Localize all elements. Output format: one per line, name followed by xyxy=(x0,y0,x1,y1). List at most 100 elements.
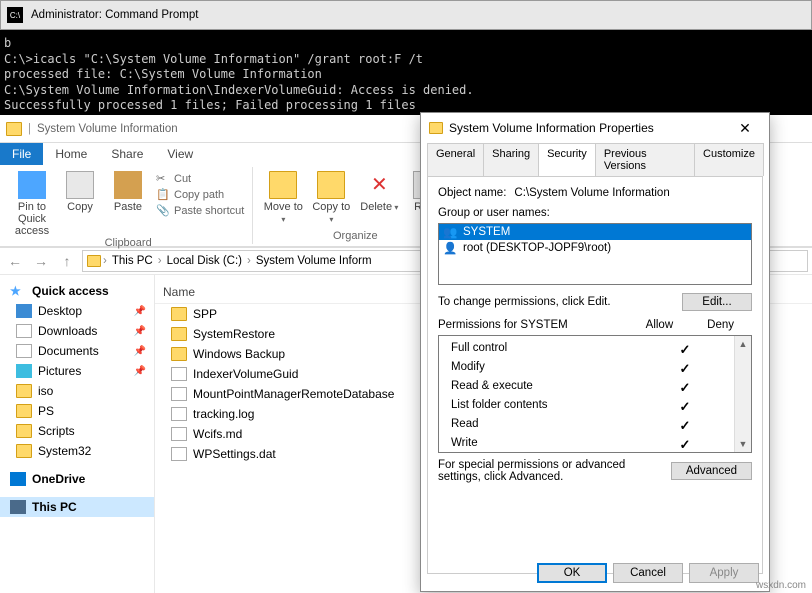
explorer-title-text: System Volume Information xyxy=(37,123,178,135)
permission-row: List folder contents✓ xyxy=(445,397,745,416)
object-name-label: Object name: xyxy=(438,187,506,199)
copy-path-button[interactable]: 📋Copy path xyxy=(154,187,246,203)
groups-label: Group or user names: xyxy=(438,207,752,219)
group-root[interactable]: 👤root (DESKTOP-JOPF9\root) xyxy=(439,240,751,256)
nav-onedrive[interactable]: OneDrive xyxy=(0,469,154,489)
group-system[interactable]: 👥SYSTEM xyxy=(439,224,751,240)
tab-view[interactable]: View xyxy=(155,143,205,165)
cancel-button[interactable]: Cancel xyxy=(613,563,683,583)
tab-customize[interactable]: Customize xyxy=(694,143,764,176)
cmd-output[interactable]: b C:\>icacls "C:\System Volume Informati… xyxy=(0,30,812,124)
change-permissions-text: To change permissions, click Edit. xyxy=(438,296,674,308)
permission-row: Read✓ xyxy=(445,416,745,435)
file-icon xyxy=(171,367,187,381)
file-name: WPSettings.dat xyxy=(193,447,276,461)
nav-ps[interactable]: PS xyxy=(0,401,154,421)
tab-sharing[interactable]: Sharing xyxy=(483,143,539,176)
folder-icon xyxy=(6,122,22,136)
scroll-down-icon[interactable]: ▼ xyxy=(735,436,751,452)
paste-shortcut-button[interactable]: 📎Paste shortcut xyxy=(154,203,246,219)
folder-icon xyxy=(429,122,443,134)
nav-forward-button[interactable]: → xyxy=(30,250,52,272)
users-icon: 👥 xyxy=(443,225,459,239)
nav-up-button[interactable]: ↑ xyxy=(56,250,78,272)
cmd-title-text: Administrator: Command Prompt xyxy=(31,9,198,21)
dialog-tabs: General Sharing Security Previous Versio… xyxy=(421,143,769,176)
check-icon: ✓ xyxy=(665,399,705,415)
nav-desktop[interactable]: Desktop📌 xyxy=(0,301,154,321)
crumb-svi[interactable]: System Volume Inform xyxy=(253,255,375,267)
copy-to-button[interactable]: Copy to ▾ xyxy=(309,171,353,225)
nav-quick-access[interactable]: ★Quick access xyxy=(0,281,154,301)
dialog-titlebar[interactable]: System Volume Information Properties ✕ xyxy=(421,113,769,143)
folder-icon xyxy=(171,307,187,321)
check-icon: ✓ xyxy=(665,437,705,453)
allow-header: Allow xyxy=(646,319,673,331)
check-icon: ✓ xyxy=(665,361,705,377)
folder-icon xyxy=(171,347,187,361)
watermark: wsxdn.com xyxy=(756,580,806,591)
nav-scripts[interactable]: Scripts xyxy=(0,421,154,441)
apply-button[interactable]: Apply xyxy=(689,563,759,583)
file-name: Windows Backup xyxy=(193,347,285,361)
check-icon: ✓ xyxy=(665,342,705,358)
dialog-title-text: System Volume Information Properties xyxy=(449,121,654,135)
crumb-this-pc[interactable]: This PC xyxy=(109,255,156,267)
close-button[interactable]: ✕ xyxy=(729,120,761,137)
permission-row: Write✓ xyxy=(445,435,745,454)
paste-button[interactable]: Paste xyxy=(106,171,150,213)
special-permissions-text: For special permissions or advanced sett… xyxy=(438,459,661,483)
check-icon: ✓ xyxy=(665,418,705,434)
file-icon xyxy=(171,427,187,441)
pin-button[interactable]: Pin to Quick access xyxy=(10,171,54,237)
delete-button[interactable]: ✕Delete ▾ xyxy=(357,171,401,213)
group-user-list[interactable]: 👥SYSTEM 👤root (DESKTOP-JOPF9\root) xyxy=(438,223,752,285)
crumb-local-disk[interactable]: Local Disk (C:) xyxy=(164,255,245,267)
file-icon xyxy=(171,387,187,401)
cmd-titlebar[interactable]: C:\ Administrator: Command Prompt xyxy=(0,0,812,30)
file-name: MountPointManagerRemoteDatabase xyxy=(193,387,394,401)
file-icon xyxy=(171,447,187,461)
nav-iso[interactable]: iso xyxy=(0,381,154,401)
scrollbar[interactable]: ▲ ▼ xyxy=(734,336,751,452)
navigation-pane[interactable]: ★Quick access Desktop📌 Downloads📌 Docume… xyxy=(0,275,155,593)
folder-icon xyxy=(171,327,187,341)
permission-row: Full control✓ xyxy=(445,340,745,359)
command-prompt-window: C:\ Administrator: Command Prompt b C:\>… xyxy=(0,0,812,124)
permissions-list[interactable]: Full control✓Modify✓Read & execute✓List … xyxy=(438,335,752,453)
move-to-button[interactable]: Move to ▾ xyxy=(261,171,305,225)
tab-previous-versions[interactable]: Previous Versions xyxy=(595,143,695,176)
user-icon: 👤 xyxy=(443,241,459,255)
tab-security[interactable]: Security xyxy=(538,143,596,176)
properties-dialog: System Volume Information Properties ✕ G… xyxy=(420,112,770,592)
advanced-button[interactable]: Advanced xyxy=(671,462,752,480)
cmd-icon: C:\ xyxy=(7,7,23,23)
file-name: tracking.log xyxy=(193,407,254,421)
tab-file[interactable]: File xyxy=(0,143,43,165)
nav-this-pc[interactable]: This PC xyxy=(0,497,154,517)
file-name: Wcifs.md xyxy=(193,427,242,441)
check-icon: ✓ xyxy=(665,380,705,396)
file-name: SystemRestore xyxy=(193,327,275,341)
tab-share[interactable]: Share xyxy=(99,143,155,165)
nav-downloads[interactable]: Downloads📌 xyxy=(0,321,154,341)
ok-button[interactable]: OK xyxy=(537,563,607,583)
edit-button[interactable]: Edit... xyxy=(682,293,752,311)
file-name: IndexerVolumeGuid xyxy=(193,367,298,381)
nav-pictures[interactable]: Pictures📌 xyxy=(0,361,154,381)
tab-general[interactable]: General xyxy=(427,143,484,176)
nav-documents[interactable]: Documents📌 xyxy=(0,341,154,361)
deny-header: Deny xyxy=(707,319,734,331)
tab-home[interactable]: Home xyxy=(43,143,99,165)
permission-row: Modify✓ xyxy=(445,359,745,378)
cut-button[interactable]: ✂Cut xyxy=(154,171,246,187)
nav-back-button[interactable]: ← xyxy=(4,250,26,272)
file-name: SPP xyxy=(193,307,217,321)
file-icon xyxy=(171,407,187,421)
nav-system32[interactable]: System32 xyxy=(0,441,154,461)
copy-button[interactable]: Copy xyxy=(58,171,102,213)
scroll-up-icon[interactable]: ▲ xyxy=(735,336,751,352)
permission-row: Read & execute✓ xyxy=(445,378,745,397)
object-name-value: C:\System Volume Information xyxy=(514,187,669,199)
folder-icon xyxy=(87,255,101,267)
